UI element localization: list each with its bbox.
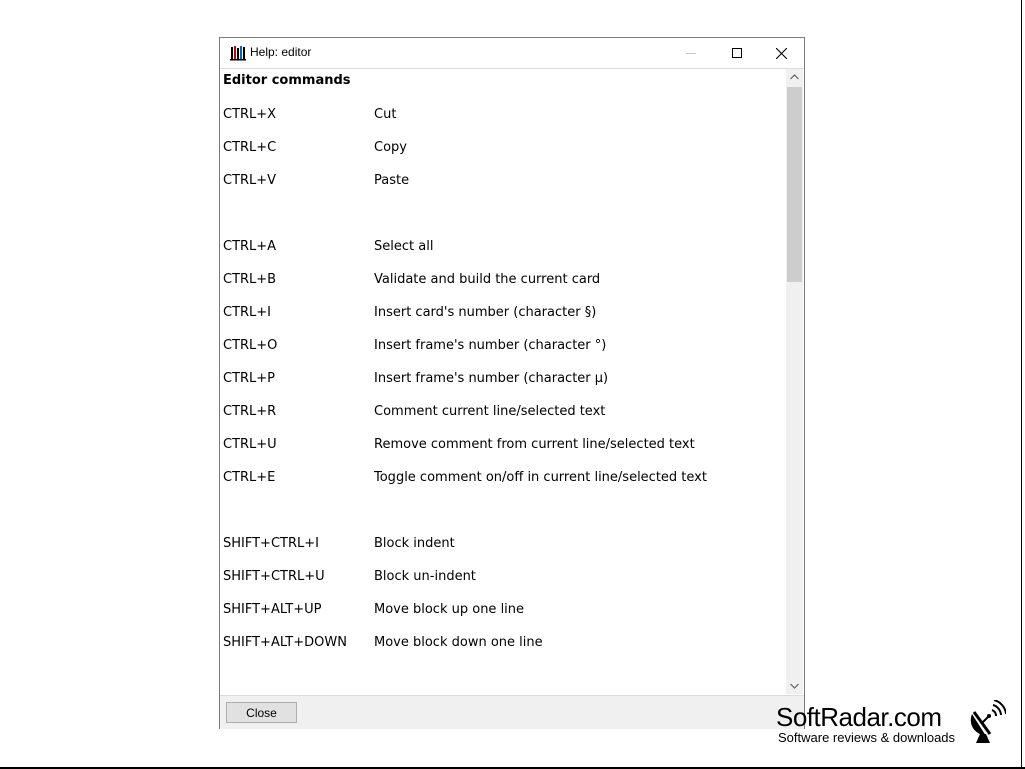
maximize-icon xyxy=(732,48,742,58)
command-row: CTRL+B Validate and build the current ca… xyxy=(220,272,786,292)
close-window-button[interactable] xyxy=(758,38,804,68)
shortcut-description: Copy xyxy=(374,140,407,155)
page-border-right xyxy=(1021,0,1022,769)
shortcut-key: CTRL+C xyxy=(223,140,277,155)
shortcut-description: Paste xyxy=(374,173,410,188)
shortcut-description: Cut xyxy=(374,107,397,122)
shortcut-description: Insert frame's number (character °) xyxy=(374,338,607,353)
scroll-up-button[interactable] xyxy=(786,69,803,86)
command-row: SHIFT+ALT+UP Move block up one line xyxy=(220,602,786,622)
shortcut-key: CTRL+U xyxy=(223,437,277,452)
command-row: SHIFT+CTRL+I Block indent xyxy=(220,536,786,556)
help-content: Editor commands CTRL+X Cut CTRL+C Copy C… xyxy=(220,69,786,694)
maximize-button[interactable] xyxy=(714,38,760,68)
shortcut-key: CTRL+R xyxy=(223,404,277,419)
shortcut-description: Validate and build the current card xyxy=(374,272,601,287)
shortcut-key: CTRL+E xyxy=(223,470,276,485)
shortcut-description: Insert card's number (character §) xyxy=(374,305,597,320)
command-row: CTRL+E Toggle comment on/off in current … xyxy=(220,470,786,490)
vertical-scrollbar[interactable] xyxy=(786,69,803,694)
command-row: SHIFT+ALT+DOWN Move block down one line xyxy=(220,635,786,655)
window-title: Help: editor xyxy=(250,45,312,59)
shortcut-key: CTRL+X xyxy=(223,107,277,122)
command-row: CTRL+V Paste xyxy=(220,173,786,193)
shortcut-description: Block un-indent xyxy=(374,569,476,584)
shortcut-key: CTRL+I xyxy=(223,305,272,320)
shortcut-description: Move block up one line xyxy=(374,602,525,617)
shortcut-key: CTRL+V xyxy=(223,173,277,188)
minimize-icon xyxy=(686,53,696,54)
shortcut-key: CTRL+A xyxy=(223,239,277,254)
help-heading: Editor commands xyxy=(223,73,351,88)
shortcut-key: SHIFT+CTRL+I xyxy=(223,536,319,551)
command-row: CTRL+C Copy xyxy=(220,140,786,160)
shortcut-description: Insert frame's number (character µ) xyxy=(374,371,609,386)
shortcut-key: SHIFT+ALT+UP xyxy=(223,602,322,617)
softradar-watermark: SoftRadar.com Software reviews & downloa… xyxy=(776,699,1016,750)
scroll-thumb[interactable] xyxy=(787,87,802,282)
shortcut-key: CTRL+O xyxy=(223,338,278,353)
shortcut-description: Toggle comment on/off in current line/se… xyxy=(374,470,707,485)
command-row: CTRL+P Insert frame's number (character … xyxy=(220,371,786,391)
shortcut-key: CTRL+B xyxy=(223,272,277,287)
command-row: CTRL+O Insert frame's number (character … xyxy=(220,338,786,358)
help-window: Help: editor Editor commands CTRL+X Cut … xyxy=(219,37,805,729)
shortcut-description: Select all xyxy=(374,239,434,254)
shortcut-key: SHIFT+ALT+DOWN xyxy=(223,635,347,650)
close-button[interactable]: Close xyxy=(226,702,297,723)
command-row: CTRL+A Select all xyxy=(220,239,786,259)
satellite-dish-icon xyxy=(966,699,1007,744)
editor-app-icon xyxy=(230,45,246,61)
shortcut-key: SHIFT+CTRL+U xyxy=(223,569,325,584)
shortcut-description: Comment current line/selected text xyxy=(374,404,606,419)
shortcut-description: Move block down one line xyxy=(374,635,543,650)
chevron-down-icon xyxy=(790,683,799,689)
title-bar[interactable]: Help: editor xyxy=(220,38,804,69)
watermark-subtitle: Software reviews & downloads xyxy=(778,730,956,745)
minimize-button[interactable] xyxy=(668,38,714,68)
command-row: CTRL+R Comment current line/selected tex… xyxy=(220,404,786,424)
command-row: SHIFT+CTRL+U Block un-indent xyxy=(220,569,786,589)
command-row: CTRL+I Insert card's number (character §… xyxy=(220,305,786,325)
chevron-up-icon xyxy=(790,74,799,80)
watermark-title: SoftRadar.com xyxy=(776,702,942,732)
shortcut-description: Block indent xyxy=(374,536,455,551)
command-row: CTRL+U Remove comment from current line/… xyxy=(220,437,786,457)
shortcut-key: CTRL+P xyxy=(223,371,276,386)
command-row: CTRL+X Cut xyxy=(220,107,786,127)
close-icon xyxy=(776,48,787,59)
dialog-footer: Close xyxy=(220,695,804,729)
scroll-down-button[interactable] xyxy=(786,677,803,694)
shortcut-description: Remove comment from current line/selecte… xyxy=(374,437,695,452)
